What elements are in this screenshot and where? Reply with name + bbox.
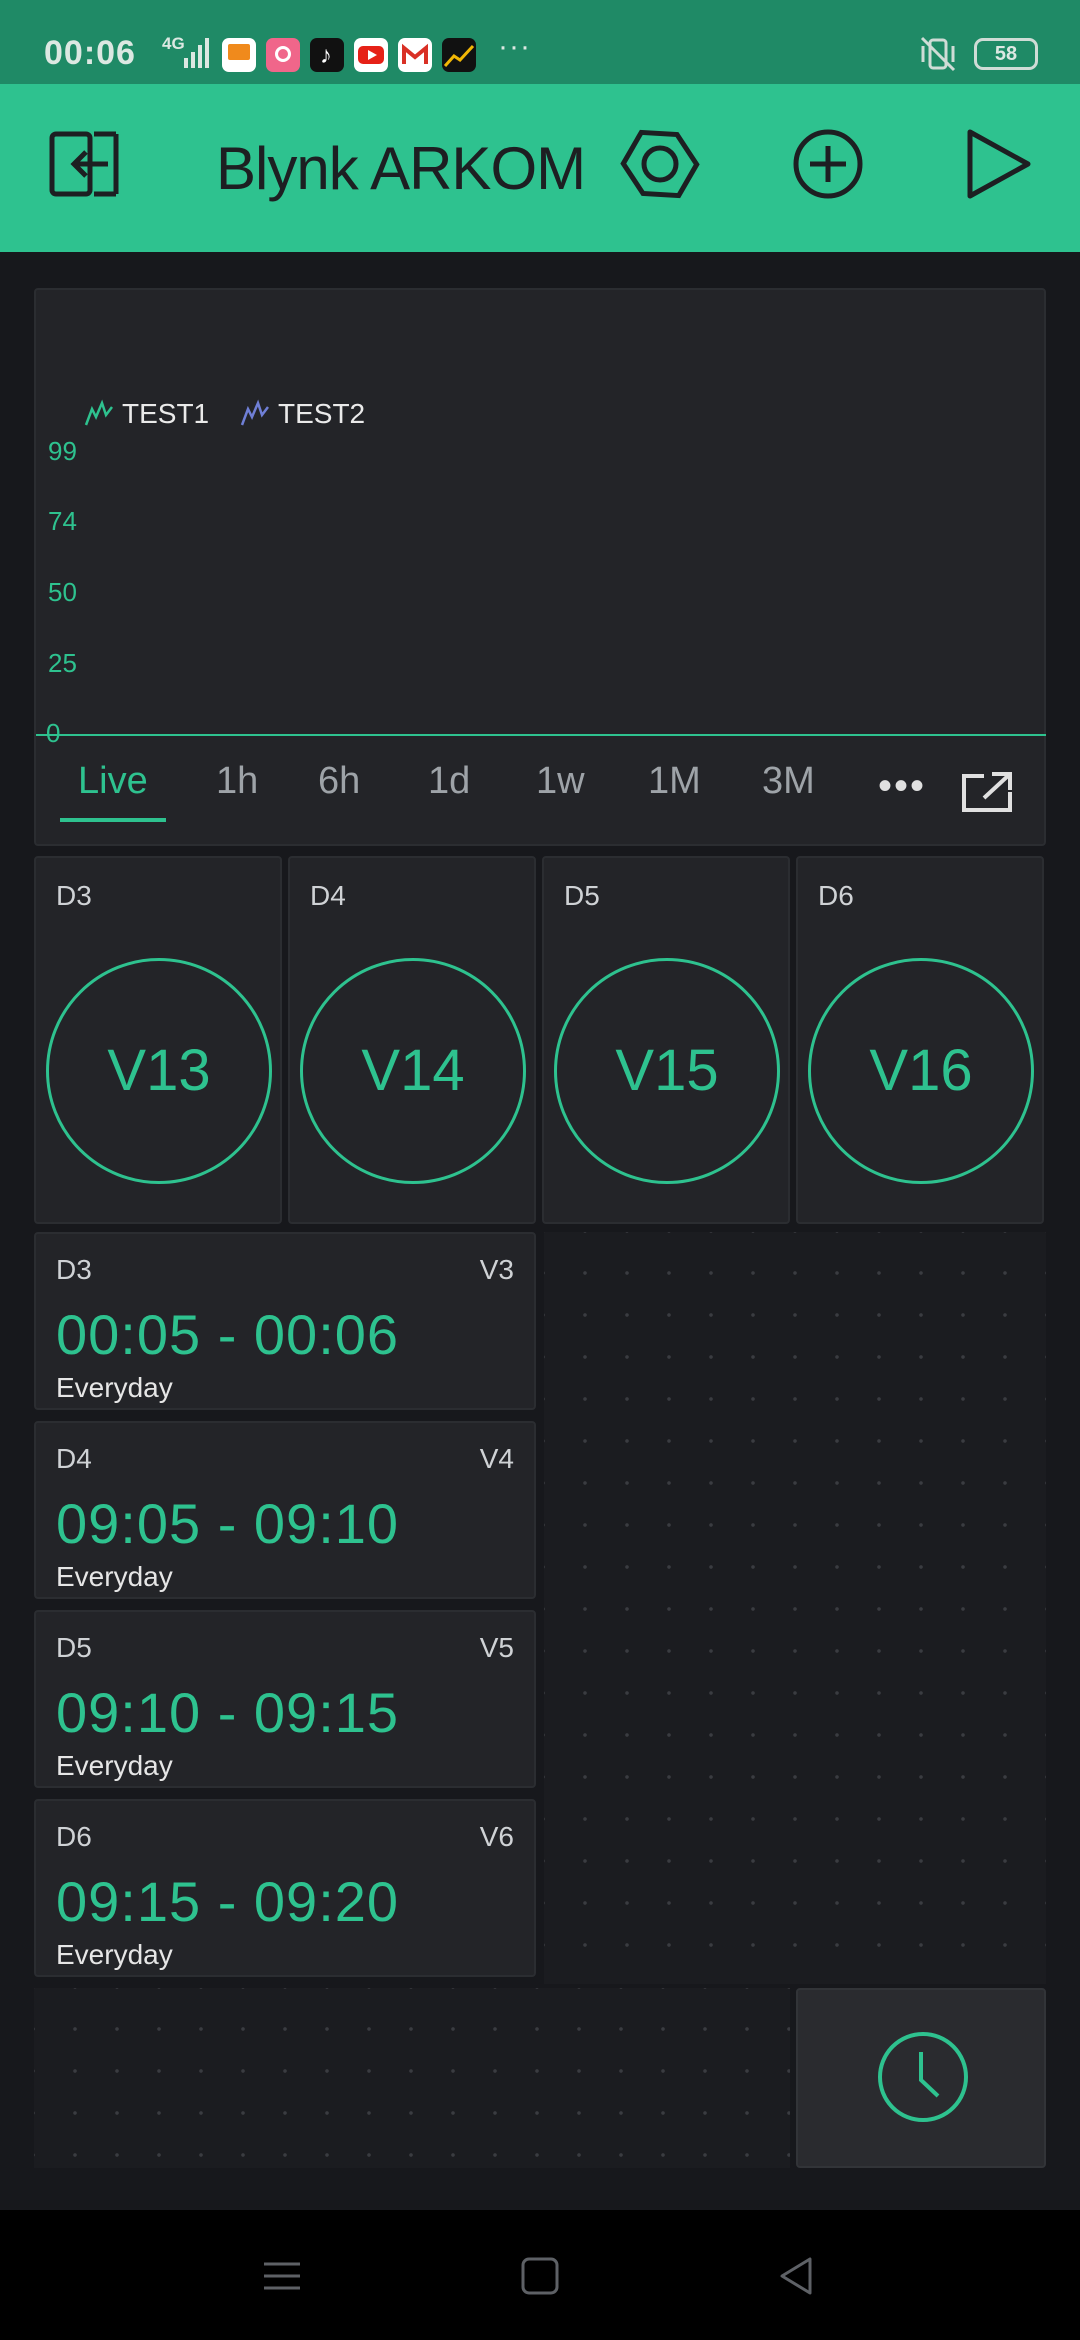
more-icon: ··· xyxy=(498,30,531,63)
timer-widget-d3[interactable]: D3 V3 00:05 - 00:06 Everyday xyxy=(34,1232,536,1410)
rtc-widget[interactable] xyxy=(796,1988,1046,2168)
project-title: Blynk ARKOM xyxy=(216,135,586,202)
clock-icon xyxy=(878,2032,968,2122)
status-bar: 00:06 4G ♪ ··· 58 xyxy=(0,0,1080,84)
menu-icon[interactable] xyxy=(262,2256,302,2296)
tab-6h[interactable]: 6h xyxy=(318,760,360,803)
active-tab-indicator xyxy=(60,818,166,822)
exit-icon[interactable] xyxy=(44,124,124,204)
y-tick: 99 xyxy=(48,436,77,466)
series-line-icon xyxy=(240,399,269,426)
button-v14[interactable]: V14 xyxy=(300,958,526,1184)
expand-icon[interactable] xyxy=(960,770,1014,814)
investing-icon xyxy=(442,38,476,72)
y-tick: 25 xyxy=(48,648,77,678)
gmail-icon xyxy=(398,38,432,72)
button-widget-d5: D5 V15 xyxy=(542,856,790,1224)
button-widget-d4: D4 V14 xyxy=(288,856,536,1224)
timer-pin: D5 xyxy=(56,1632,92,1663)
timer-days: Everyday xyxy=(56,1372,173,1403)
button-v13[interactable]: V13 xyxy=(46,958,272,1184)
tab-1m[interactable]: 1M xyxy=(648,760,701,803)
status-time: 00:06 xyxy=(44,34,136,72)
slides-app-icon xyxy=(222,38,256,72)
time-range-tabs: Live 1h 6h 1d 1w 1M 3M ••• xyxy=(36,760,1046,822)
empty-grid-area xyxy=(34,1988,790,2168)
legend-label: TEST2 xyxy=(278,398,366,429)
timer-days: Everyday xyxy=(56,1750,173,1781)
pen-app-icon xyxy=(266,38,300,72)
tab-live[interactable]: Live xyxy=(78,760,148,803)
battery-icon: 58 xyxy=(974,38,1038,70)
tab-1h[interactable]: 1h xyxy=(216,760,258,803)
button-pin-label: D6 xyxy=(818,880,854,911)
tiktok-icon: ♪ xyxy=(310,38,344,72)
y-tick: 74 xyxy=(48,506,77,536)
network-type: 4G xyxy=(162,34,185,53)
timer-vpin: V6 xyxy=(479,1821,514,1852)
tab-1w[interactable]: 1w xyxy=(536,760,585,803)
legend-label: TEST1 xyxy=(122,398,210,429)
tab-1d[interactable]: 1d xyxy=(428,760,470,803)
timer-vpin: V3 xyxy=(479,1254,514,1285)
timer-widget-d6[interactable]: D6 V6 09:15 - 09:20 Everyday xyxy=(34,1799,536,1977)
button-pin-label: D4 xyxy=(310,880,346,911)
button-widget-d3: D3 V13 xyxy=(34,856,282,1224)
tab-3m[interactable]: 3M xyxy=(762,760,815,803)
timer-range: 09:15 - 09:20 xyxy=(56,1870,400,1933)
timer-pin: D4 xyxy=(56,1443,92,1474)
app-header: Blynk ARKOM xyxy=(0,84,1080,252)
add-widget-icon[interactable] xyxy=(788,124,868,204)
button-pin-label: D3 xyxy=(56,880,92,911)
timer-widget-d4[interactable]: D4 V4 09:05 - 09:10 Everyday xyxy=(34,1421,536,1599)
timer-widget-d5[interactable]: D5 V5 09:10 - 09:15 Everyday xyxy=(34,1610,536,1788)
back-icon[interactable] xyxy=(776,2256,816,2296)
signal-icon xyxy=(184,38,209,68)
play-icon[interactable] xyxy=(956,124,1036,204)
timer-vpin: V4 xyxy=(479,1443,514,1474)
system-nav-bar xyxy=(0,2210,1080,2340)
timer-range: 09:05 - 09:10 xyxy=(56,1492,400,1555)
timer-range: 09:10 - 09:15 xyxy=(56,1681,400,1744)
timer-pin: D6 xyxy=(56,1821,92,1852)
button-v16[interactable]: V16 xyxy=(808,958,1034,1184)
button-v15[interactable]: V15 xyxy=(554,958,780,1184)
button-pin-label: D5 xyxy=(564,880,600,911)
timer-range: 00:05 - 00:06 xyxy=(56,1303,400,1366)
home-icon[interactable] xyxy=(520,2256,560,2296)
timer-pin: D3 xyxy=(56,1254,92,1285)
settings-hexagon-icon[interactable] xyxy=(620,124,700,204)
legend-item-test2[interactable]: TEST2 xyxy=(240,398,365,430)
superchart-widget[interactable]: TEST1 TEST2 99 74 50 25 0 Live 1h 6h 1d … xyxy=(34,288,1046,846)
timer-days: Everyday xyxy=(56,1561,173,1592)
timer-vpin: V5 xyxy=(479,1632,514,1663)
button-widget-d6: D6 V16 xyxy=(796,856,1044,1224)
timer-days: Everyday xyxy=(56,1939,173,1970)
more-dots-icon[interactable]: ••• xyxy=(878,764,926,809)
x-axis-baseline xyxy=(36,734,1046,736)
series-line-icon xyxy=(84,399,113,426)
legend-item-test1[interactable]: TEST1 xyxy=(84,398,209,430)
y-tick: 50 xyxy=(48,577,77,607)
empty-grid-area xyxy=(544,1232,1046,1984)
youtube-icon xyxy=(354,38,388,72)
vibrate-mute-icon xyxy=(920,36,956,72)
